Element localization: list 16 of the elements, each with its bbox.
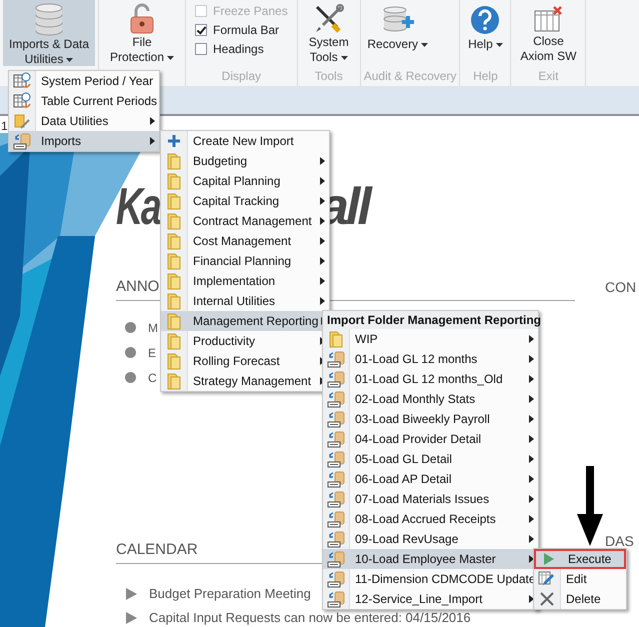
group-label: Tools bbox=[314, 68, 344, 86]
checkbox-label: Headings bbox=[213, 42, 264, 56]
logo-text: Ka bbox=[116, 177, 161, 237]
checkbox-label: Formula Bar bbox=[213, 23, 280, 37]
group-label: Audit & Recovery bbox=[364, 68, 456, 86]
group-label: Help bbox=[472, 68, 499, 86]
announcement-text: C bbox=[148, 370, 157, 384]
menu-header: Import Folder Management Reporting bbox=[323, 311, 538, 329]
row-number: 1 bbox=[0, 119, 8, 133]
checkbox-label: Freeze Panes bbox=[213, 4, 288, 18]
section-heading: DAS bbox=[605, 532, 635, 551]
group-label: Exit bbox=[537, 68, 560, 86]
group-label: Display bbox=[220, 68, 262, 86]
announcement-text: M bbox=[148, 320, 158, 334]
section-heading: CON bbox=[605, 278, 638, 297]
announcement-text: E bbox=[148, 346, 156, 360]
